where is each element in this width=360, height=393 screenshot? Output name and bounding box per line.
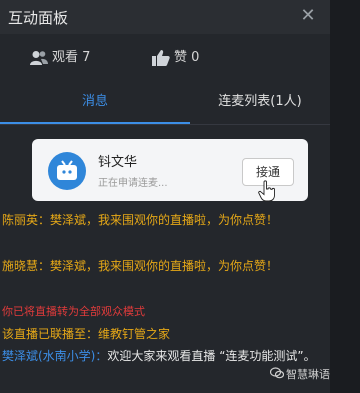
- panel-title: 互动面板: [8, 9, 69, 27]
- sender-name: 樊泽斌(水南小学)：: [2, 349, 108, 363]
- tv-icon: [57, 160, 77, 180]
- tab-messages[interactable]: 消息: [0, 90, 190, 124]
- close-icon[interactable]: ✕: [296, 4, 320, 28]
- list-item: 樊泽斌(水南小学)：欢迎大家来观看直播 “连麦功能测试”。: [0, 345, 328, 367]
- list-item: 该直播已联播至：维教钉管之家: [2, 327, 171, 341]
- viewer-count-label: 观看 7: [52, 50, 91, 65]
- hand-cursor-icon: [258, 180, 275, 202]
- panel-header: 互动面板 ✕: [0, 0, 330, 34]
- avatar: [48, 152, 86, 190]
- wechat-icon: [270, 367, 284, 379]
- requester-name: 钭文华: [98, 155, 138, 170]
- tab-mic-list[interactable]: 连麦列表(1人): [190, 90, 330, 122]
- list-item: 你已将直播转为全部观众模式: [2, 305, 145, 318]
- like-count-label: 赞 0: [174, 50, 200, 65]
- tab-bar: 消息 连麦列表(1人): [0, 90, 330, 125]
- background-area: [330, 0, 360, 393]
- list-item: 陈丽英：樊泽斌，我来围观你的直播啦，为你点赞！: [2, 213, 279, 227]
- watermark: 智慧琳语: [270, 366, 330, 382]
- interaction-panel: 互动面板 ✕ 观看 7 赞 0 消息 连麦列表(1人) 钭文华 正在申请连麦..…: [0, 0, 330, 393]
- thumbs-up-icon: [152, 50, 170, 66]
- watermark-text: 智慧琳语: [286, 368, 330, 381]
- viewers-icon: [30, 51, 48, 65]
- message-text: 欢迎大家来观看直播 “连麦功能测试”。: [107, 349, 316, 363]
- request-status: 正在申请连麦...: [98, 178, 168, 189]
- list-item: 施晓慧：樊泽斌，我来围观你的直播啦，为你点赞！: [2, 259, 279, 273]
- stats-bar: 观看 7 赞 0: [0, 34, 330, 84]
